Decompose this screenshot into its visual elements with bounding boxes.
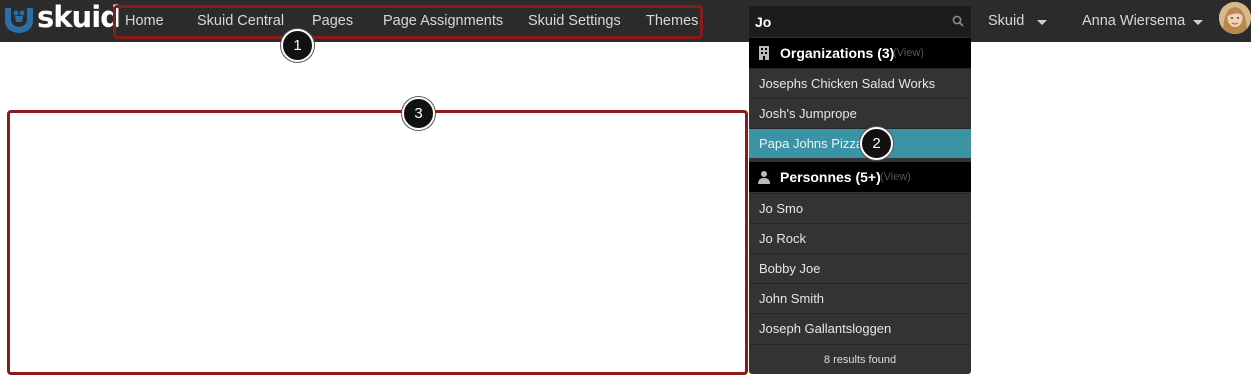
nav-item-skuid-central[interactable]: Skuid Central <box>197 13 284 29</box>
result-item[interactable]: Jo Rock <box>749 223 971 253</box>
nav-item-page-assignments[interactable]: Page Assignments <box>383 13 503 29</box>
nav-item-home[interactable]: Home <box>125 13 164 29</box>
search-results-dropdown: Organizations (3) (View) Josephs Chicken… <box>749 38 971 374</box>
result-item[interactable]: Josephs Chicken Salad Works <box>749 68 971 98</box>
results-group-view-link[interactable]: (View) <box>880 171 911 183</box>
search-input[interactable] <box>755 10 945 33</box>
skuid-logo[interactable]: skuid <box>3 0 121 38</box>
avatar-image-icon <box>1219 2 1251 34</box>
org-menu-label[interactable]: Skuid <box>988 13 1024 29</box>
results-count-footer: 8 results found <box>749 344 971 374</box>
building-icon <box>759 46 769 60</box>
results-group-organizations: Organizations (3) (View) <box>749 38 971 68</box>
screenshot-stage: skuid Home Skuid Central Pages Page Assi… <box>0 0 1251 375</box>
result-item[interactable]: Josh's Jumprope <box>749 98 971 128</box>
callout-badge-3: 3 <box>402 97 435 130</box>
result-item[interactable]: Bobby Joe <box>749 253 971 283</box>
user-avatar[interactable] <box>1219 2 1251 34</box>
result-item[interactable]: John Smith <box>749 283 971 313</box>
result-item[interactable]: Jo Smo <box>749 193 971 223</box>
search-box[interactable] <box>749 6 971 37</box>
results-group-title: Personnes (5+) <box>780 169 881 185</box>
results-group-title: Organizations (3) <box>780 45 895 61</box>
chevron-down-icon[interactable] <box>1193 20 1203 25</box>
nav-item-pages[interactable]: Pages <box>312 13 353 29</box>
results-group-people: Personnes (5+) (View) <box>749 162 971 192</box>
results-group-view-link[interactable]: (View) <box>893 47 924 59</box>
nav-item-skuid-settings[interactable]: Skuid Settings <box>528 13 621 29</box>
top-navigation-bar: skuid Home Skuid Central Pages Page Assi… <box>0 0 1251 42</box>
callout-badge-2: 2 <box>860 127 893 160</box>
nav-item-themes[interactable]: Themes <box>646 13 698 29</box>
result-item[interactable]: Joseph Gallantsloggen <box>749 313 971 343</box>
callout-badge-1: 1 <box>281 29 314 62</box>
logo-wordmark: skuid <box>37 0 121 34</box>
chevron-down-icon[interactable] <box>1037 20 1047 25</box>
search-icon[interactable] <box>952 15 964 27</box>
user-menu-label[interactable]: Anna Wiersema <box>1082 13 1185 29</box>
skuid-logo-icon <box>5 8 33 33</box>
content-highlight-frame <box>7 110 748 375</box>
person-icon <box>758 171 770 184</box>
